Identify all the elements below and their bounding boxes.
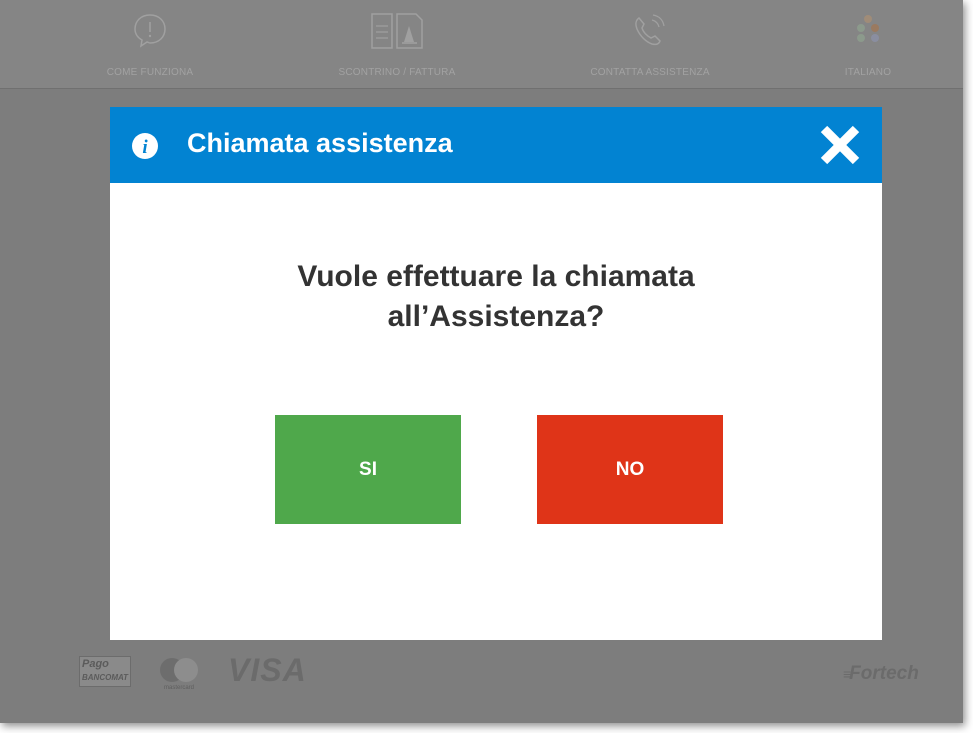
nav-come-funziona[interactable]: COME FUNZIONA: [90, 0, 210, 88]
fortech-logo: ≡Fortech: [843, 663, 919, 684]
nav-contatta-assistenza[interactable]: CONTATTA ASSISTENZA: [580, 0, 720, 88]
mastercard-logo: mastercard: [156, 656, 214, 692]
question-line-1: Vuole effettuare la chiamata: [297, 260, 695, 293]
info-bubble-icon: [134, 14, 166, 48]
top-navigation-bar: COME FUNZIONA SCONTRINO / FATTURA CONTAT…: [0, 0, 963, 89]
language-flags-icon: [857, 15, 879, 42]
pagobancomat-logo: Pago BANCOMAT: [79, 656, 131, 687]
pagobancomat-text-bottom: BANCOMAT: [82, 673, 129, 682]
close-icon[interactable]: [819, 124, 861, 166]
nav-scontrino-fattura[interactable]: SCONTRINO / FATTURA: [327, 0, 467, 88]
nav-language-italiano[interactable]: ITALIANO: [800, 0, 936, 88]
visa-logo: VISA: [228, 652, 307, 688]
info-icon: i: [132, 133, 158, 159]
svg-text:i: i: [142, 137, 148, 158]
dialog-title: Chiamata assistenza: [187, 128, 453, 158]
phone-icon: [635, 14, 665, 46]
dialog-header: i Chiamata assistenza: [110, 107, 882, 183]
nav-label: COME FUNZIONA: [106, 67, 194, 78]
pagobancomat-text-top: Pago: [82, 658, 109, 670]
assistance-call-dialog: i Chiamata assistenza Vuole effettuare l…: [110, 107, 882, 640]
dialog-question: Vuole effettuare la chiamata all’Assiste…: [110, 257, 882, 337]
nav-label: ITALIANO: [844, 67, 892, 78]
nav-label: SCONTRINO / FATTURA: [338, 67, 456, 78]
svg-text:mastercard: mastercard: [164, 685, 194, 691]
yes-button[interactable]: SI: [275, 415, 461, 524]
fortech-text: Fortech: [849, 663, 919, 684]
question-line-2: all’Assistenza?: [387, 300, 605, 333]
nav-label: CONTATTA ASSISTENZA: [590, 67, 710, 78]
receipt-icon: [371, 13, 423, 49]
no-button[interactable]: NO: [537, 415, 723, 524]
